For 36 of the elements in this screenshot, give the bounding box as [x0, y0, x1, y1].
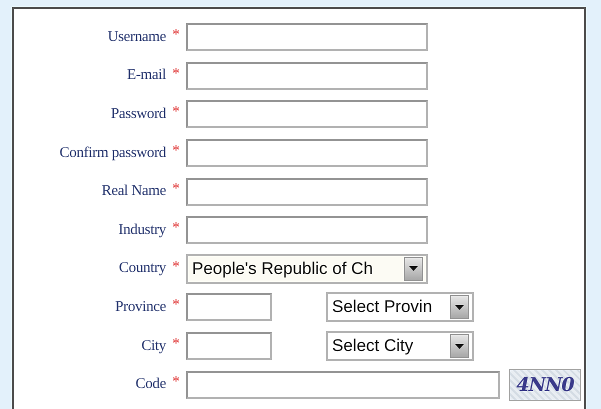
- field-label: Confirm password: [58, 144, 166, 162]
- dropdown[interactable]: Select City: [326, 331, 474, 362]
- required-mark: *: [171, 180, 181, 198]
- input-field[interactable]: [186, 139, 428, 168]
- required-mark: *: [171, 103, 181, 122]
- captcha-image: 4NN0: [509, 368, 581, 401]
- field-label: Country: [118, 260, 166, 278]
- input-field[interactable]: [186, 23, 428, 52]
- required-mark: *: [171, 218, 181, 237]
- input-field[interactable]: [186, 332, 272, 360]
- required-mark: *: [171, 373, 181, 392]
- input-field[interactable]: [186, 100, 428, 128]
- caret-icon[interactable]: [450, 334, 469, 358]
- required-mark: *: [171, 334, 181, 353]
- field-label: City: [140, 338, 166, 355]
- required-mark: *: [171, 26, 181, 44]
- field-label: Industry: [117, 222, 166, 239]
- field-label: E-mail: [126, 67, 166, 84]
- input-field[interactable]: [186, 216, 428, 244]
- required-mark: *: [171, 142, 181, 160]
- field-label: Province: [114, 298, 166, 316]
- dropdown[interactable]: People's Republic of Ch: [186, 254, 428, 284]
- field-label: Real Name: [100, 183, 166, 200]
- required-mark: *: [171, 258, 181, 276]
- dropdown[interactable]: Select Provin: [326, 292, 474, 322]
- caret-icon[interactable]: [450, 295, 469, 320]
- required-mark: *: [171, 64, 181, 83]
- field-label: Password: [110, 106, 166, 123]
- required-mark: *: [171, 296, 181, 314]
- input-field[interactable]: [186, 178, 428, 206]
- field-label: Code: [134, 376, 166, 394]
- field-label: Username: [106, 28, 166, 46]
- input-field[interactable]: [186, 62, 428, 90]
- caret-icon[interactable]: [404, 256, 423, 281]
- input-field[interactable]: [186, 293, 272, 322]
- input-field[interactable]: [186, 370, 500, 399]
